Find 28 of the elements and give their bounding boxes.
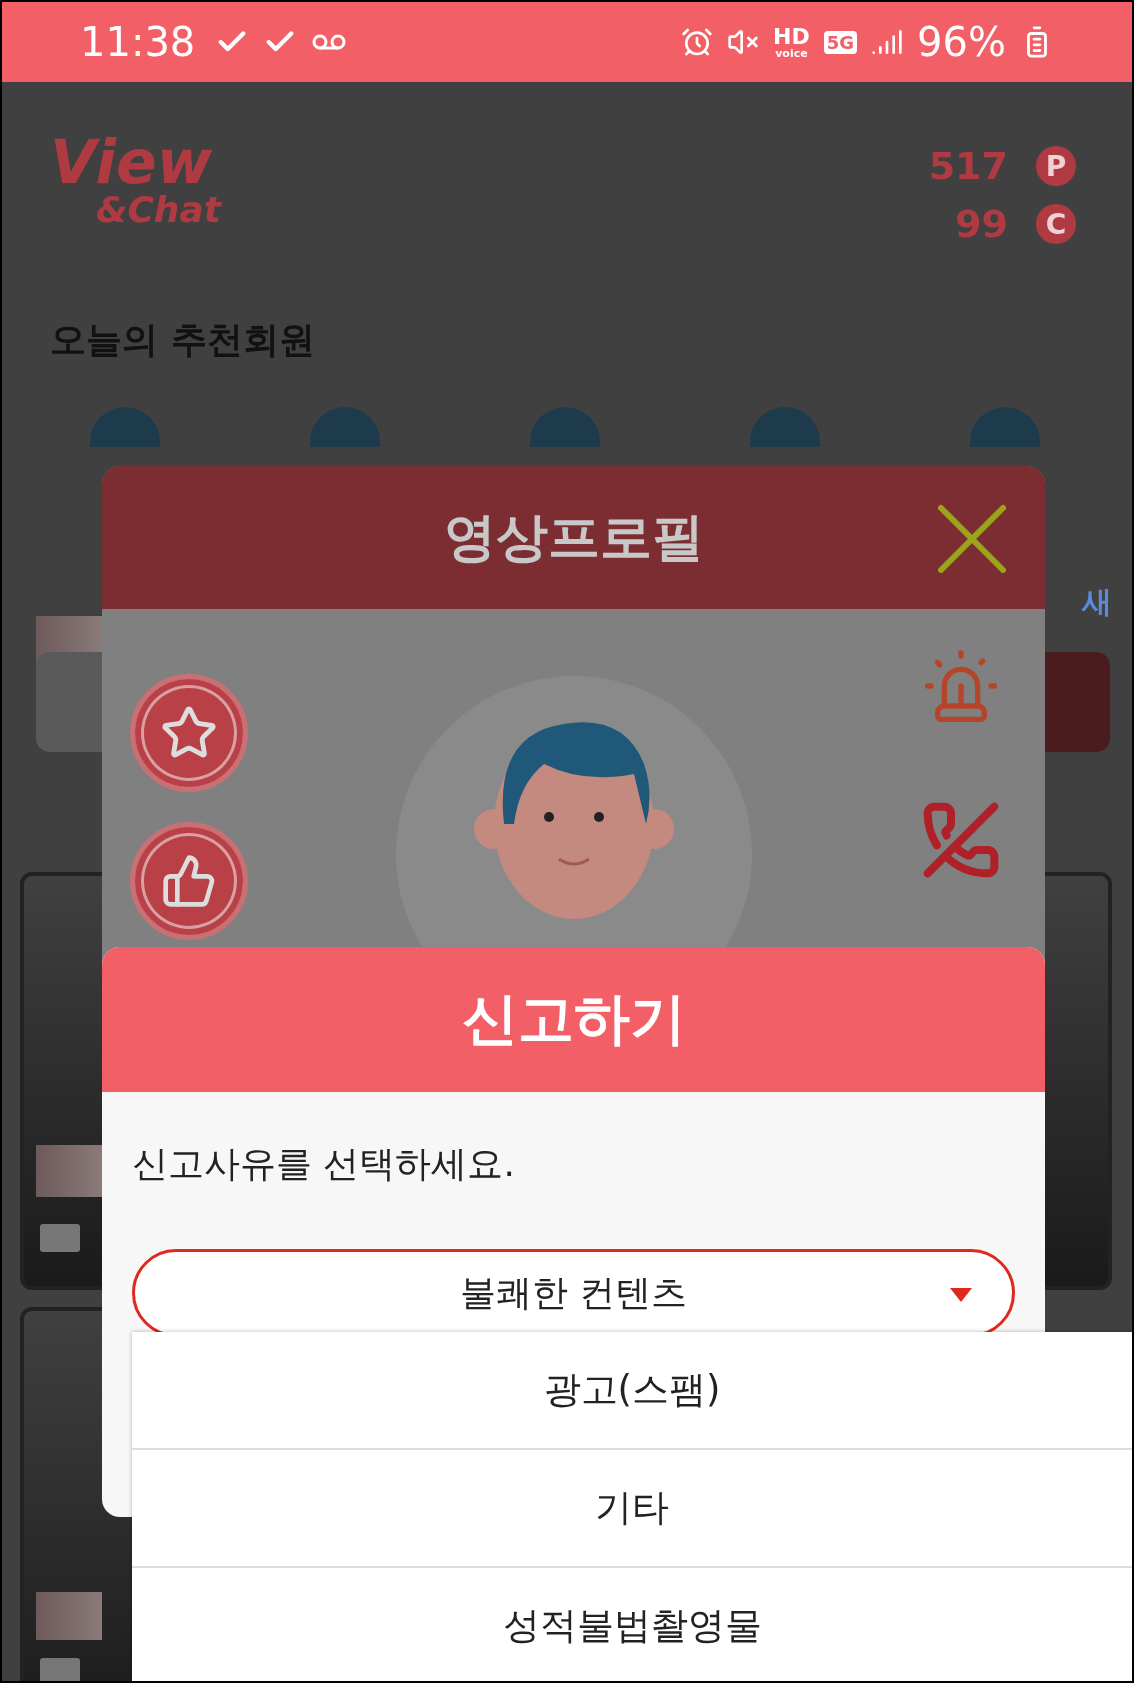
dialog-title: 신고하기 (461, 984, 686, 1053)
balance-amount: 517 (928, 144, 1008, 188)
flag-icon (40, 1658, 80, 1681)
photo-placeholder (36, 1592, 102, 1640)
currency-badge: P (1036, 146, 1076, 186)
photo-placeholder (36, 1145, 102, 1197)
member-avatar[interactable] (750, 407, 820, 447)
member-avatar[interactable] (970, 407, 1040, 447)
member-avatar[interactable] (90, 407, 160, 447)
battery-level: 96% (917, 19, 1006, 65)
close-button[interactable] (937, 504, 1007, 574)
alarm-icon (681, 26, 714, 58)
member-avatar[interactable] (310, 407, 380, 447)
member-avatar[interactable] (530, 407, 600, 447)
dropdown-option[interactable]: 성적불법촬영물 (132, 1568, 1132, 1681)
hd-voice-label: HD voice (773, 25, 810, 59)
dropdown-option[interactable]: 기타 (132, 1450, 1132, 1568)
dropdown-option[interactable]: 광고(스팸) (132, 1332, 1132, 1450)
status-time: 11:38 (80, 19, 196, 65)
currency-badge: C (1036, 204, 1076, 244)
network-label: 5G (823, 30, 858, 54)
thumbs-up-icon (161, 853, 217, 909)
flag-icon (40, 1224, 80, 1252)
dialog-title: 영상프로필 (443, 505, 704, 569)
balance-amount: 99 (955, 202, 1008, 246)
app-logo: View &Chat (50, 132, 221, 232)
caret-icon (950, 1288, 972, 1302)
report-prompt: 신고사유를 선택하세요. (132, 1142, 516, 1186)
